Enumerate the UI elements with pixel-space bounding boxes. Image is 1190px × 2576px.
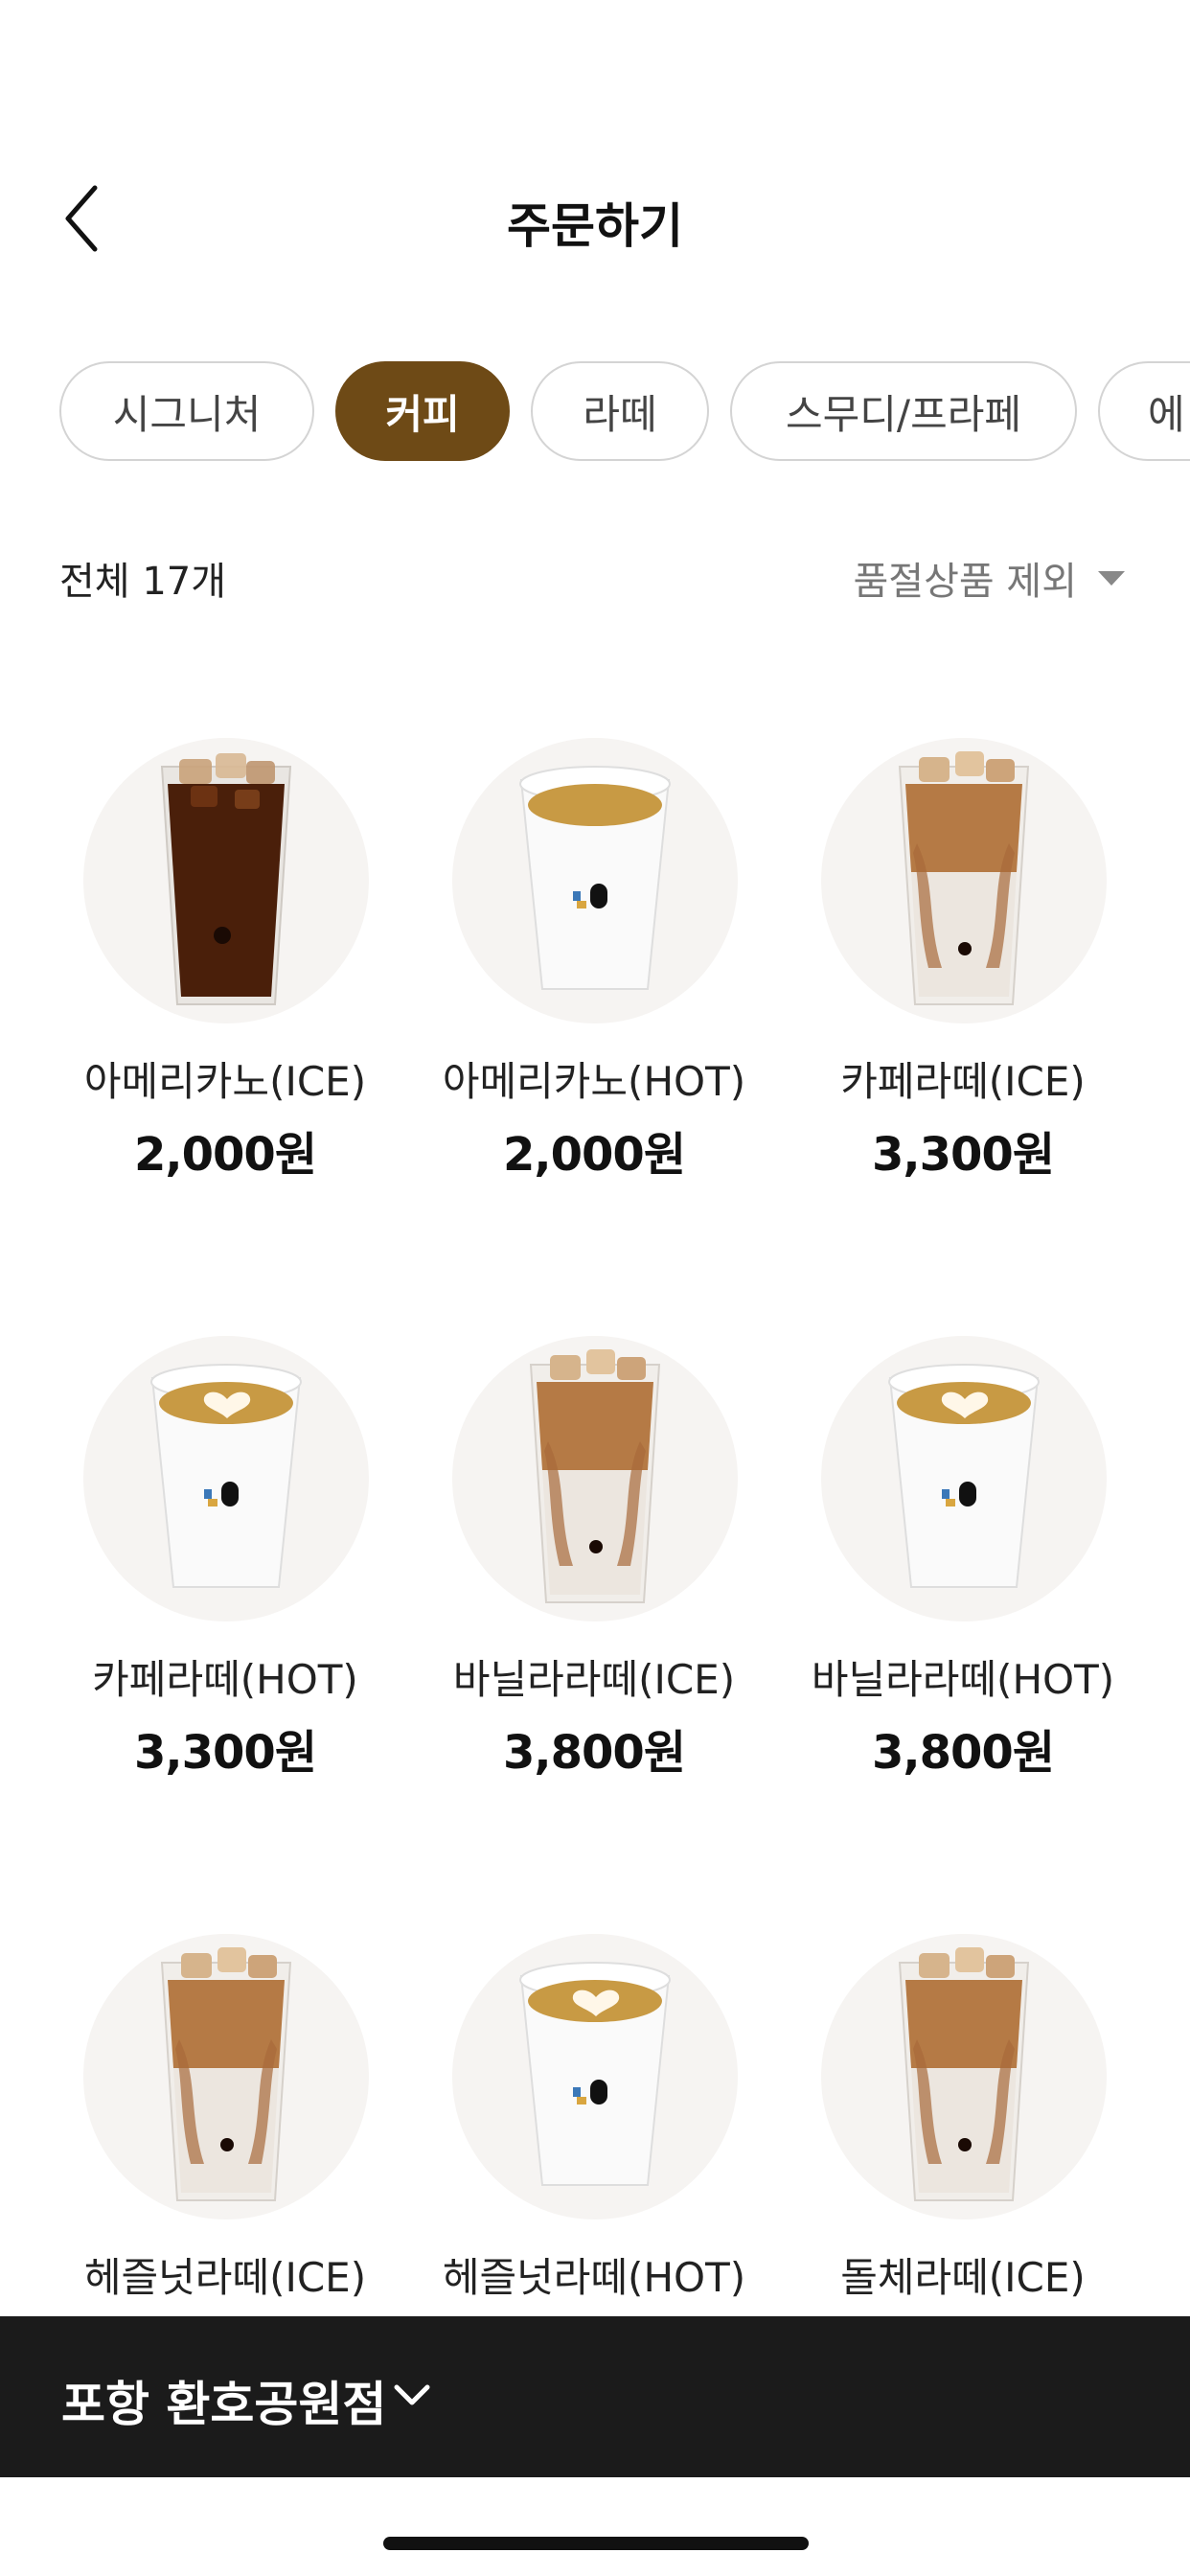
product-name: 바닐라라떼(HOT) — [811, 1656, 1115, 1703]
product-image — [452, 1934, 738, 2220]
product-image — [83, 738, 369, 1024]
product-price: 3,800원 — [872, 1726, 1055, 1780]
sold-out-filter-label: 품절상품 제외 — [853, 560, 1077, 604]
product-image — [821, 1336, 1107, 1622]
hot-latte-cup-icon — [150, 1364, 302, 1588]
product-image — [821, 738, 1107, 1024]
sold-out-filter-dropdown[interactable]: 품절상품 제외 — [853, 550, 1125, 606]
product-card[interactable]: 아메리카노(HOT) 2,000원 — [417, 738, 762, 1236]
product-name: 카페라떼(ICE) — [840, 1058, 1086, 1105]
tab-signature[interactable]: 시그니처 — [59, 361, 314, 461]
chevron-down-icon[interactable] — [391, 2380, 433, 2410]
product-image — [452, 738, 738, 1024]
product-name: 헤즐넛라떼(HOT) — [442, 2254, 746, 2301]
caret-down-icon — [1098, 570, 1125, 586]
hot-cup-icon — [519, 766, 671, 990]
product-name: 돌체라떼(ICE) — [840, 2254, 1086, 2301]
tab-smoothie-frappe[interactable]: 스무디/프라페 — [730, 361, 1077, 461]
iced-latte-icon — [529, 1349, 661, 1603]
iced-latte-icon — [160, 1947, 292, 2201]
store-name: 포항 환호공원점 — [61, 2377, 387, 2432]
product-card[interactable]: 카페라떼(ICE) 3,300원 — [786, 738, 1131, 1236]
iced-latte-icon — [898, 751, 1030, 1005]
product-price: 2,000원 — [503, 1128, 686, 1182]
filter-row: 전체 17개 품절상품 제외 — [59, 544, 1125, 606]
product-name: 아메리카노(ICE) — [83, 1058, 367, 1105]
product-image — [452, 1336, 738, 1622]
header: 주문하기 — [0, 163, 1190, 278]
home-indicator[interactable] — [383, 2537, 809, 2550]
tab-latte[interactable]: 라떼 — [531, 361, 709, 461]
product-price: 3,800원 — [503, 1726, 686, 1780]
iced-americano-icon — [160, 753, 292, 1005]
product-name: 카페라떼(HOT) — [92, 1656, 358, 1703]
product-name: 헤즐넛라떼(ICE) — [83, 2254, 367, 2301]
product-name: 아메리카노(HOT) — [442, 1058, 746, 1105]
product-card[interactable]: 바닐라라떼(HOT) 3,800원 — [786, 1336, 1131, 1834]
hot-latte-cup-icon — [888, 1364, 1040, 1588]
product-name: 바닐라라떼(ICE) — [452, 1656, 736, 1703]
total-count: 전체 17개 — [59, 560, 227, 604]
home-indicator-area — [0, 2477, 1190, 2576]
product-price: 2,000원 — [134, 1128, 317, 1182]
product-card[interactable]: 바닐라라떼(ICE) 3,800원 — [417, 1336, 762, 1834]
product-price: 3,300원 — [134, 1726, 317, 1780]
tab-partial-next[interactable]: 에 — [1098, 361, 1190, 461]
product-image — [83, 1336, 369, 1622]
product-price: 3,300원 — [872, 1128, 1055, 1182]
category-tabs: 시그니처 커피 라떼 스무디/프라페 에 — [59, 361, 1190, 463]
product-card[interactable]: 아메리카노(ICE) 2,000원 — [48, 738, 393, 1236]
product-card[interactable]: 카페라떼(HOT) 3,300원 — [48, 1336, 393, 1834]
store-selector-bar[interactable]: 포항 환호공원점 — [0, 2316, 1190, 2477]
product-image — [83, 1934, 369, 2220]
tab-coffee[interactable]: 커피 — [335, 361, 510, 461]
hot-latte-cup-icon — [519, 1962, 671, 2186]
product-image — [821, 1934, 1107, 2220]
page-title: 주문하기 — [507, 198, 683, 254]
iced-latte-icon — [898, 1947, 1030, 2201]
